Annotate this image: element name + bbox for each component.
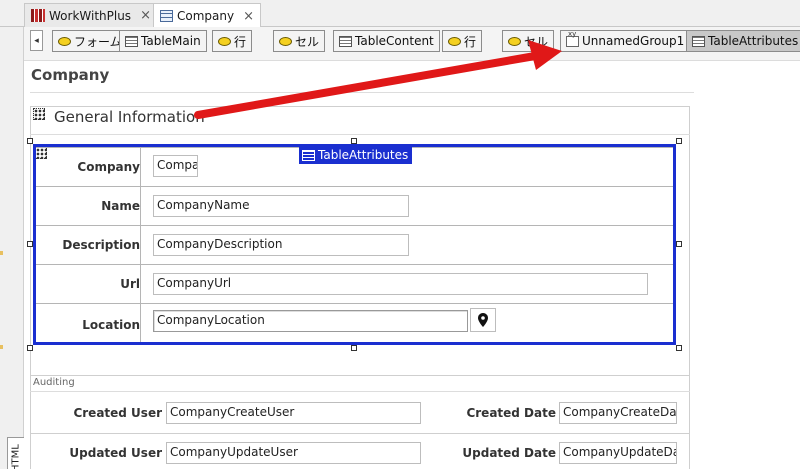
breadcrumb-tableattributes[interactable]: TableAttributes <box>686 30 800 52</box>
company-field[interactable]: Compar <box>153 155 198 177</box>
breadcrumb-label: TableMain <box>141 34 201 48</box>
breadcrumb-form[interactable]: フォーム <box>52 30 128 52</box>
breadcrumb-tablecontent[interactable]: TableContent <box>333 30 440 52</box>
updated-date-field[interactable]: CompanyUpdateDate <box>559 442 677 464</box>
tab-label: WorkWithPlus <box>49 8 132 23</box>
breadcrumb-cell[interactable]: セル <box>502 30 555 52</box>
row-oval-icon <box>218 36 231 46</box>
workwithplus-icon <box>31 9 45 22</box>
created-date-label: Created Date <box>466 406 556 420</box>
panel-marker <box>0 345 3 349</box>
scroll-left-button[interactable]: ◂ <box>30 30 43 51</box>
table-name-badge: TableAttributes <box>299 146 413 164</box>
location-field[interactable]: CompanyLocation <box>153 310 468 332</box>
table-row: Url CompanyUrl <box>36 264 673 303</box>
design-canvas: Company General Information Company Comp… <box>24 62 800 469</box>
document-tab-bar: WorkWithPlus × Company × <box>0 0 800 28</box>
tab-company[interactable]: Company × <box>153 3 261 28</box>
breadcrumb-label: 行 <box>464 34 477 49</box>
group-header: General Information <box>54 108 205 126</box>
form-oval-icon <box>58 36 71 46</box>
updated-user-field[interactable]: CompanyUpdateUser <box>166 442 421 464</box>
page-title: Company <box>31 66 110 84</box>
created-user-field[interactable]: CompanyCreateUser <box>166 402 421 424</box>
resize-handle[interactable] <box>351 345 357 351</box>
divider <box>30 391 690 392</box>
table-row: Location CompanyLocation <box>36 303 673 342</box>
breadcrumb-row[interactable]: 行 <box>212 30 253 52</box>
group-icon <box>566 30 579 47</box>
table-row: Name CompanyName <box>36 186 673 225</box>
left-panel-strip: HTML <box>0 27 25 469</box>
breadcrumb-label: 行 <box>234 34 247 49</box>
group-select-icon[interactable] <box>33 108 45 120</box>
close-icon[interactable]: × <box>243 9 254 24</box>
created-user-label: Created User <box>73 406 162 420</box>
table-row: Description CompanyDescription <box>36 225 673 264</box>
updated-date-label: Updated Date <box>462 446 556 460</box>
tab-workwithplus[interactable]: WorkWithPlus × <box>24 3 158 27</box>
resize-handle[interactable] <box>676 345 682 351</box>
html-tab[interactable]: HTML <box>7 437 25 469</box>
table-icon <box>339 35 352 47</box>
breadcrumb-cell[interactable]: セル <box>273 30 326 52</box>
table-icon <box>692 35 705 47</box>
created-date-field[interactable]: CompanyCreateDate <box>559 402 677 424</box>
name-field[interactable]: CompanyName <box>153 195 409 217</box>
breadcrumb-tablemain[interactable]: TableMain <box>119 30 207 52</box>
field-label-company: Company <box>77 160 140 174</box>
location-pin-icon <box>478 313 488 327</box>
resize-handle[interactable] <box>27 345 33 351</box>
close-icon[interactable]: × <box>140 8 151 23</box>
breadcrumb-label: TableAttributes <box>708 34 799 48</box>
breadcrumb-label: UnnamedGroup1 <box>582 34 685 48</box>
field-label-location: Location <box>82 318 140 332</box>
breadcrumb-toolbar: ◂ フォーム TableMain 行 セル TableContent 行 セル … <box>24 27 800 61</box>
breadcrumb-label: セル <box>524 34 549 49</box>
divider <box>30 92 694 93</box>
map-picker-button[interactable] <box>470 308 496 332</box>
breadcrumb-row[interactable]: 行 <box>442 30 483 52</box>
table-attributes[interactable]: Company Compar Name CompanyName Descript… <box>33 144 676 345</box>
cell-oval-icon <box>508 36 521 46</box>
description-field[interactable]: CompanyDescription <box>153 234 409 256</box>
updated-user-label: Updated User <box>69 446 162 460</box>
group-header: Auditing <box>33 377 75 388</box>
table-icon <box>302 149 315 161</box>
url-field[interactable]: CompanyUrl <box>153 273 648 295</box>
field-label-description: Description <box>62 238 140 252</box>
row-oval-icon <box>448 36 461 46</box>
resize-handle[interactable] <box>676 241 682 247</box>
breadcrumb-label: TableContent <box>355 34 434 48</box>
cell-oval-icon <box>279 36 292 46</box>
field-label-name: Name <box>101 199 140 213</box>
tab-label: Company <box>177 9 235 23</box>
table-icon <box>125 35 138 47</box>
divider <box>30 134 690 135</box>
form-icon <box>160 10 173 22</box>
table-name-label: TableAttributes <box>318 148 409 162</box>
breadcrumb-label: フォーム <box>74 34 122 49</box>
breadcrumb-unnamedgroup1[interactable]: UnnamedGroup1 <box>560 30 691 52</box>
resize-handle[interactable] <box>676 138 682 144</box>
panel-marker <box>0 251 3 255</box>
field-label-url: Url <box>120 277 140 291</box>
breadcrumb-label: セル <box>295 34 320 49</box>
